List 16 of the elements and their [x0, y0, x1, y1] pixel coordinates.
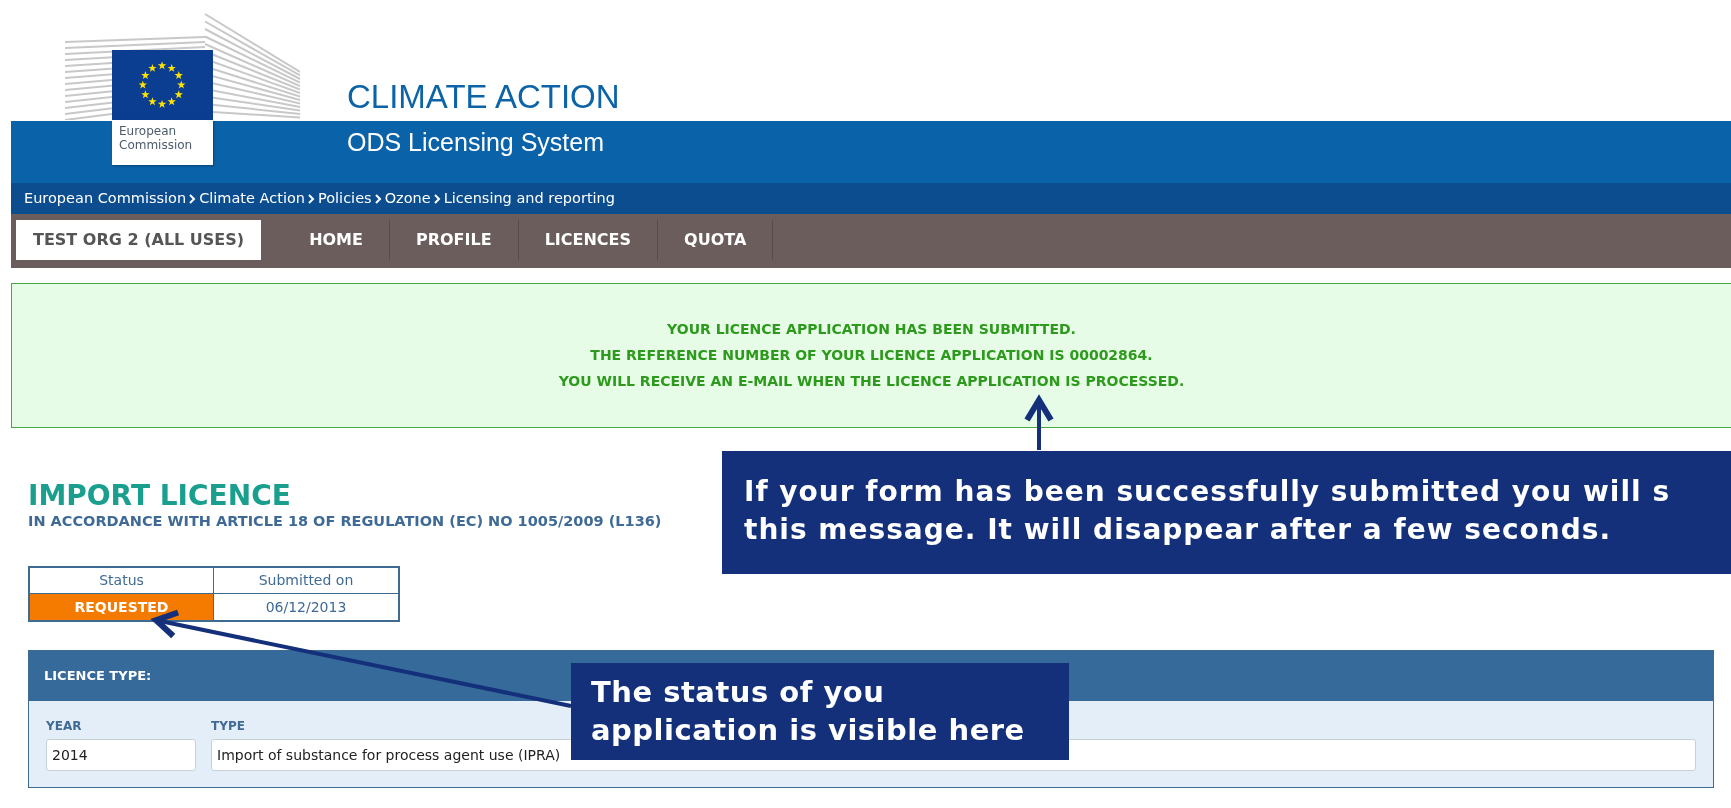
field-label: TYPE — [211, 718, 245, 735]
status-cell: REQUESTED — [30, 594, 214, 620]
annotation-tooltip: If your form has been successfully submitted you will s this message. It will disappear after a few seconds. — [722, 451, 1731, 574]
site-subtitle: ODS Licensing System — [347, 127, 606, 157]
message-line: YOU WILL RECEIVE AN E-MAIL WHEN THE LICENCE APPLICATION IS PROCESSED. — [558, 373, 1185, 390]
panel-heading: LICENCE TYPE: — [44, 667, 152, 686]
table-cell-text: 06/12/2013 — [264, 597, 348, 617]
annotation-tooltip: The status of you application is visible here — [571, 663, 1069, 760]
page-title: IMPORT LICENCE — [28, 480, 291, 512]
table-header-cell: Submitted on — [214, 568, 398, 594]
message-line: YOUR LICENCE APPLICATION HAS BEEN SUBMITTED. — [667, 321, 1076, 338]
logo-label: European Commission — [112, 120, 213, 165]
site-title: CLIMATE ACTION — [347, 79, 620, 115]
message-line: THE REFERENCE NUMBER OF YOUR LICENCE APPLICATION IS 00002864. — [590, 347, 1153, 364]
field-label: YEAR — [46, 718, 82, 735]
page-subtitle: IN ACCORDANCE WITH ARTICLE 18 OF REGULATION (EC) NO 1005/2009 (L136) — [28, 512, 662, 530]
